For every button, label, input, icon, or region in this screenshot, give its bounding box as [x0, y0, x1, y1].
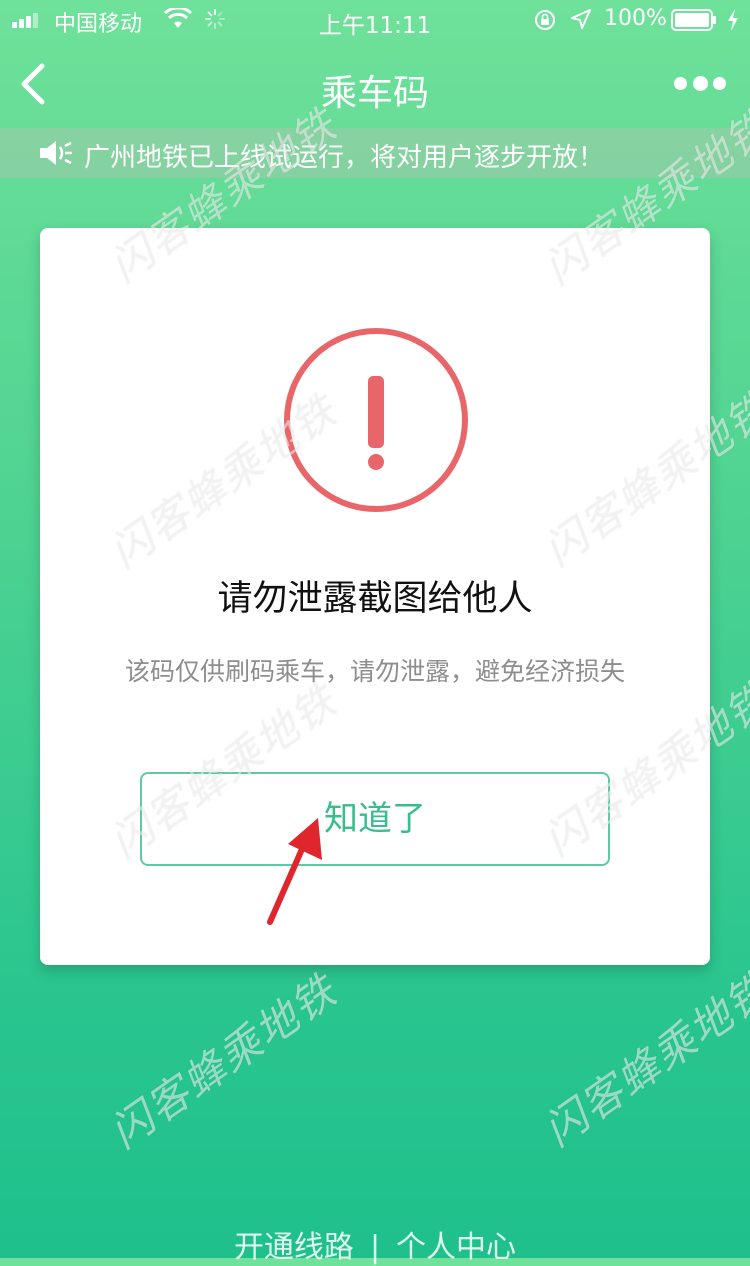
nav-item-open-lines[interactable]: 开通线路: [234, 1230, 354, 1265]
battery-icon: [671, 9, 716, 31]
watermark: 闪客蜂乘地铁: [535, 963, 750, 1156]
confirm-button[interactable]: 知道了: [140, 772, 610, 866]
notice-text: 广州地铁已上线试运行，将对用户逐步开放！: [84, 143, 605, 173]
dialog-title: 请勿泄露截图给他人: [217, 579, 533, 619]
location-arrow-icon: [571, 9, 591, 29]
status-bar: 中国移动 上午11:11 100%: [0, 0, 750, 40]
more-dot-icon: [674, 77, 687, 90]
more-options-button[interactable]: [674, 74, 726, 94]
warning-exclamation-icon: [284, 328, 468, 512]
nav-separator: |: [369, 1230, 381, 1265]
navigation-bar: 乘车码: [0, 40, 750, 128]
dialog-message: 该码仅供刷码乘车，请勿泄露，避免经济损失: [124, 657, 625, 686]
battery-percentage: 100%: [604, 6, 667, 31]
orientation-lock-icon: [535, 10, 555, 30]
nav-item-personal-center[interactable]: 个人中心: [396, 1230, 516, 1265]
charging-icon: [728, 9, 738, 31]
speaker-icon: [40, 141, 72, 165]
watermark: 闪客蜂乘地铁: [101, 965, 346, 1158]
more-dot-icon: [693, 76, 708, 91]
warning-dialog: 请勿泄露截图给他人 该码仅供刷码乘车，请勿泄露，避免经济损失 知道了: [40, 228, 710, 965]
notice-banner: 广州地铁已上线试运行，将对用户逐步开放！: [0, 128, 750, 178]
bottom-navigation: 开通线路 | 个人中心: [0, 1222, 750, 1266]
page-title: 乘车码: [320, 73, 429, 114]
more-dot-icon: [713, 77, 726, 90]
red-pointer-arrow-icon: [267, 818, 322, 925]
